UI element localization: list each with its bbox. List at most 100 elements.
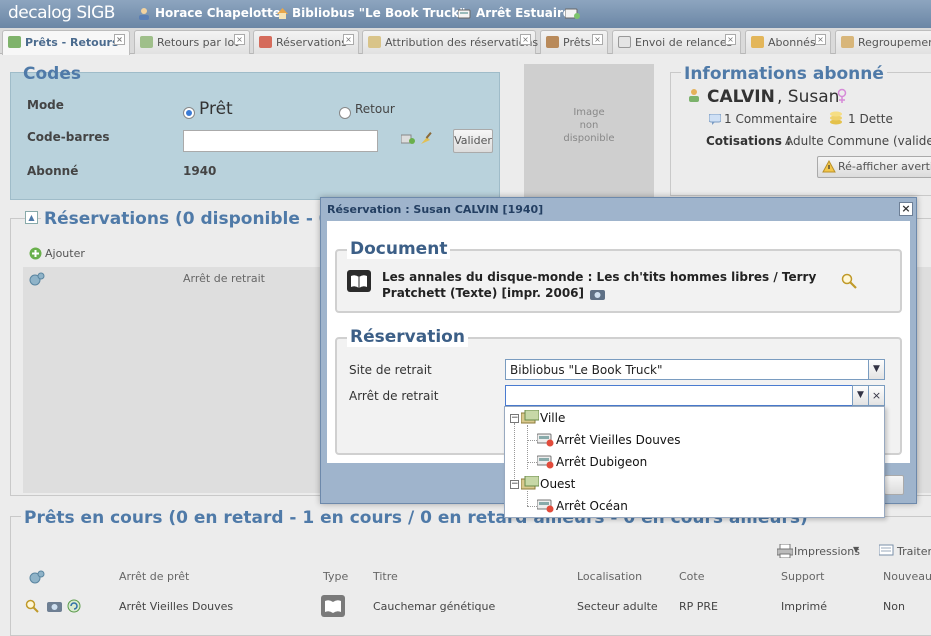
barcode-label: Code-barres <box>27 130 110 144</box>
col-header-location[interactable]: Localisation <box>577 570 642 583</box>
codes-title: Codes <box>23 64 81 84</box>
site-select-value: Bibliobus "Le Book Truck" <box>510 363 663 377</box>
comment-icon[interactable] <box>708 113 722 125</box>
table-row[interactable]: Arrêt Vieilles Douves Cauchemar génétiqu… <box>23 591 931 625</box>
close-icon[interactable]: × <box>592 34 603 45</box>
redisplay-warnings-button[interactable]: Ré-afficher avertiss <box>817 156 931 178</box>
collapse-icon[interactable]: − <box>510 414 519 423</box>
group-icon <box>841 36 854 48</box>
codes-panel: Codes Mode Prêt Retour Code-barres Valid… <box>10 64 500 200</box>
mode-pret-radio[interactable] <box>183 107 195 119</box>
coins-icon[interactable] <box>829 111 843 125</box>
add-icon[interactable] <box>29 247 42 260</box>
loan-return-icon <box>8 36 21 48</box>
col-header-stop[interactable]: Arrêt de retrait <box>183 272 265 285</box>
current-stop[interactable]: Arrêt Estuaire <box>476 6 571 20</box>
current-library[interactable]: Bibliobus "Le Book Truck" <box>292 6 465 20</box>
female-icon <box>837 88 847 104</box>
close-icon[interactable]: × <box>725 34 736 45</box>
book-type-icon <box>321 595 345 617</box>
tab-prets-retours[interactable]: Prêts - Retours × <box>2 30 130 55</box>
tree-group-ouest[interactable]: Ouest <box>540 477 575 491</box>
dialog-button-partial[interactable] <box>884 475 904 495</box>
col-header-title[interactable]: Titre <box>373 570 398 583</box>
chevron-down-icon[interactable]: ▼ <box>852 385 869 406</box>
dialog-title: Réservation : Susan CALVIN [1940] <box>327 203 544 216</box>
tab-retours-par-lot[interactable]: Retours par lot × <box>134 30 250 54</box>
barcode-input[interactable] <box>183 130 378 152</box>
add-reservation-button[interactable]: Ajouter <box>45 247 85 260</box>
site-select[interactable]: Bibliobus "Le Book Truck" ▼ <box>505 359 885 380</box>
close-icon[interactable]: × <box>343 34 354 45</box>
tree-item-dubigeon[interactable]: Arrêt Dubigeon <box>556 455 647 469</box>
close-icon[interactable]: × <box>114 34 125 45</box>
magnifier-icon[interactable] <box>841 273 857 289</box>
subscriber-label: Abonné <box>27 164 79 178</box>
photo-text-3: disponible <box>563 133 615 144</box>
chevron-down-icon[interactable]: ▼ <box>868 359 885 380</box>
tab-attribution-reservations[interactable]: Attribution des réservations × <box>362 30 538 54</box>
mode-pret-label[interactable]: Prêt <box>199 99 233 119</box>
add-barcode-icon[interactable] <box>400 133 415 145</box>
validate-button[interactable]: Valider <box>453 129 493 153</box>
settings-gears-icon[interactable] <box>29 272 45 286</box>
loans-panel: Prêts en cours (0 en retard - 1 en cours… <box>10 508 931 636</box>
comments-link[interactable]: 1 Commentaire <box>724 112 817 126</box>
tree-item-vieilles-douves[interactable]: Arrêt Vieilles Douves <box>556 433 681 447</box>
camera-icon[interactable] <box>47 600 62 612</box>
stop-select[interactable]: ▼ <box>505 385 869 406</box>
magnifier-icon[interactable] <box>25 599 39 613</box>
collapse-icon[interactable]: − <box>510 480 519 489</box>
cotisations-label: Cotisations : <box>706 134 791 148</box>
renew-icon[interactable] <box>67 599 81 613</box>
treatment-icon[interactable] <box>878 544 895 558</box>
document-title-line1: Les annales du disque-monde : Les ch'tit… <box>382 270 817 284</box>
tree-group-ville[interactable]: Ville <box>540 411 565 425</box>
close-icon[interactable]: × <box>899 202 913 216</box>
bus-stop-icon <box>537 433 554 447</box>
col-header-type[interactable]: Type <box>323 570 348 583</box>
tree-item-ocean[interactable]: Arrêt Océan <box>556 499 628 513</box>
change-stop-icon[interactable] <box>564 7 581 20</box>
col-header-loan-stop[interactable]: Arrêt de prêt <box>119 570 189 583</box>
current-user[interactable]: Horace Chapelotte <box>155 6 281 20</box>
users-icon <box>751 36 764 48</box>
subscriber-info-panel: Informations abonné CALVIN , Susan 1 Com… <box>670 64 931 196</box>
tab-abonnes[interactable]: Abonnés × <box>745 30 831 54</box>
row-loan-stop: Arrêt Vieilles Douves <box>119 600 234 613</box>
close-icon[interactable]: × <box>520 34 531 45</box>
mode-retour-radio[interactable] <box>339 107 351 119</box>
bus-stop-icon <box>537 499 554 513</box>
camera-icon[interactable] <box>590 288 605 300</box>
clear-icon[interactable]: × <box>868 385 885 406</box>
printer-icon[interactable] <box>776 543 794 559</box>
tab-regroupements[interactable]: Regroupements <box>835 30 931 54</box>
col-header-new[interactable]: Nouveaut <box>883 570 931 583</box>
row-support: Imprimé <box>781 600 828 613</box>
tab-reservations[interactable]: Réservations × <box>253 30 359 54</box>
chevron-down-icon[interactable]: ▼ <box>853 545 859 554</box>
treatment-button[interactable]: Traitem <box>897 545 931 558</box>
tab-bar: Prêts - Retours × Retours par lot × Rése… <box>0 28 931 55</box>
photo-text-2: non <box>579 120 599 131</box>
top-bar: decalog SIGB Horace Chapelotte Bibliobus… <box>0 0 931 28</box>
debts-link[interactable]: 1 Dette <box>848 112 893 126</box>
mode-retour-label[interactable]: Retour <box>355 102 395 116</box>
settings-gears-icon[interactable] <box>29 570 45 584</box>
mode-label: Mode <box>27 98 64 112</box>
clear-brush-icon[interactable] <box>419 131 433 145</box>
col-header-support[interactable]: Support <box>781 570 824 583</box>
print-button[interactable]: Impressions <box>794 545 860 558</box>
tab-prets[interactable]: Prêts × <box>540 30 608 54</box>
bus-stop-icon <box>457 8 472 19</box>
reservation-legend: Réservation <box>347 327 468 347</box>
collapse-icon[interactable]: ▲ <box>25 211 38 224</box>
stop-dropdown-tree[interactable]: − Ville Arrêt Vieilles Douves Arrêt Dubi… <box>504 406 885 518</box>
col-header-cote[interactable]: Cote <box>679 570 705 583</box>
document-legend: Document <box>347 239 451 259</box>
close-icon[interactable]: × <box>815 34 826 45</box>
tab-envoi-relances[interactable]: Envoi de relances × <box>612 30 741 54</box>
group-folder-icon <box>521 476 539 490</box>
close-icon[interactable]: × <box>234 34 245 45</box>
document-fieldset: Document Les annales du disque-monde : L… <box>335 239 902 313</box>
